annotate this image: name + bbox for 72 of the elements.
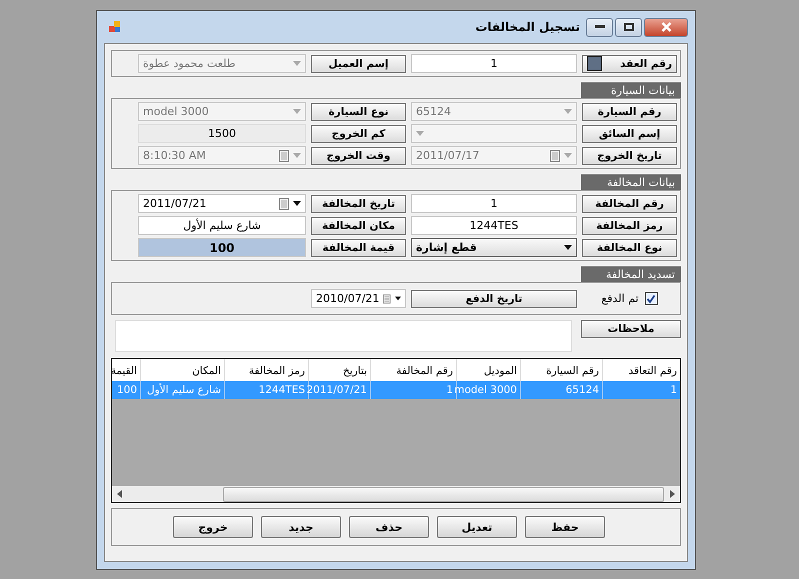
field-label: تاريخ الدفع xyxy=(411,290,577,308)
square-icon xyxy=(587,56,602,71)
action-button[interactable]: جديد xyxy=(261,516,341,538)
paid-checkbox[interactable]: تم الدفع xyxy=(601,292,658,305)
field-label: مكان المخالفة xyxy=(311,216,406,234)
field-label: قيمة المخالفة xyxy=(311,238,406,256)
field-label: رقم المخالفة xyxy=(582,194,677,212)
calendar-icon xyxy=(279,150,289,162)
check-icon xyxy=(646,294,656,304)
horizontal-scrollbar[interactable] xyxy=(112,486,680,502)
field-label: تاريخ المخالفة xyxy=(311,194,406,212)
checkbox[interactable] xyxy=(644,292,658,305)
left-arrow-icon xyxy=(117,490,122,498)
date-field[interactable]: 2010/07/21 xyxy=(311,289,406,308)
caret-icon xyxy=(394,296,401,301)
contract-label: رقم العقد xyxy=(582,54,677,72)
section-header: بيانات السيارة xyxy=(581,82,681,98)
table-cell: 100 xyxy=(112,381,140,399)
maximize-button[interactable] xyxy=(615,18,642,36)
calendar-icon xyxy=(383,292,391,304)
field-label: تاريخ الخروج xyxy=(582,146,677,164)
field-label: إسم العميل xyxy=(311,54,406,72)
calendar-icon xyxy=(279,198,289,210)
caret-icon xyxy=(564,245,572,250)
calendar-icon xyxy=(550,150,560,162)
scrollbar-thumb[interactable] xyxy=(223,486,664,502)
close-icon xyxy=(660,22,672,32)
field-label: ملاحظات xyxy=(581,320,681,338)
right-arrow-icon xyxy=(670,490,675,498)
action-button[interactable]: تعديل xyxy=(437,516,517,538)
minimize-button[interactable] xyxy=(586,18,613,36)
caret-icon xyxy=(564,109,572,114)
field-label: نوع المخالفة xyxy=(582,238,677,256)
maximize-icon xyxy=(624,23,634,31)
action-button[interactable]: حذف xyxy=(349,516,429,538)
input-field[interactable]: 1 xyxy=(411,194,577,213)
app-icon xyxy=(108,20,122,34)
table-cell: model 3000 xyxy=(456,381,520,399)
action-button[interactable]: حفظ xyxy=(525,516,605,538)
date-field[interactable]: 2011/07/21 xyxy=(138,194,306,213)
table-cell: شارع سليم الأول xyxy=(140,381,224,399)
field-label: كم الخروج xyxy=(311,124,406,142)
input-field[interactable]: 1500 xyxy=(138,124,306,143)
dropdown-field[interactable]: قطع إشارة xyxy=(411,238,577,257)
caret-icon xyxy=(293,109,301,114)
table-cell: 65124 xyxy=(520,381,602,399)
caret-icon xyxy=(293,153,301,158)
table-cell: 1 xyxy=(370,381,456,399)
notes-field[interactable] xyxy=(115,320,572,352)
input-field[interactable]: 100 xyxy=(138,238,306,257)
close-button[interactable] xyxy=(644,18,688,36)
input-field[interactable]: 1 xyxy=(411,54,577,73)
table-cell: 2011/07/21 xyxy=(308,381,370,399)
window-title: تسجيل المخالفات xyxy=(475,20,580,34)
field-label: إسم السائق xyxy=(582,124,677,142)
section-header: تسديد المخالفة xyxy=(581,266,681,282)
caret-icon xyxy=(564,153,572,158)
caret-icon xyxy=(416,131,424,136)
action-button[interactable]: خروج xyxy=(173,516,253,538)
field-label: نوع السيارة xyxy=(311,102,406,120)
table-cell: 1 xyxy=(602,381,680,399)
input-field[interactable]: شارع سليم الأول xyxy=(138,216,306,235)
minimize-icon xyxy=(594,25,604,29)
checkbox-label: تم الدفع xyxy=(601,292,639,305)
field-label: رمز المخالفة xyxy=(582,216,677,234)
field-label: رقم السيارة xyxy=(582,102,677,120)
table-cell: 1244TES xyxy=(224,381,308,399)
field-label: وقت الخروج xyxy=(311,146,406,164)
caret-icon xyxy=(293,61,301,66)
caret-icon xyxy=(293,201,301,206)
section-header: بيانات المخالفة xyxy=(581,174,681,190)
input-field[interactable]: 1244TES xyxy=(411,216,577,235)
